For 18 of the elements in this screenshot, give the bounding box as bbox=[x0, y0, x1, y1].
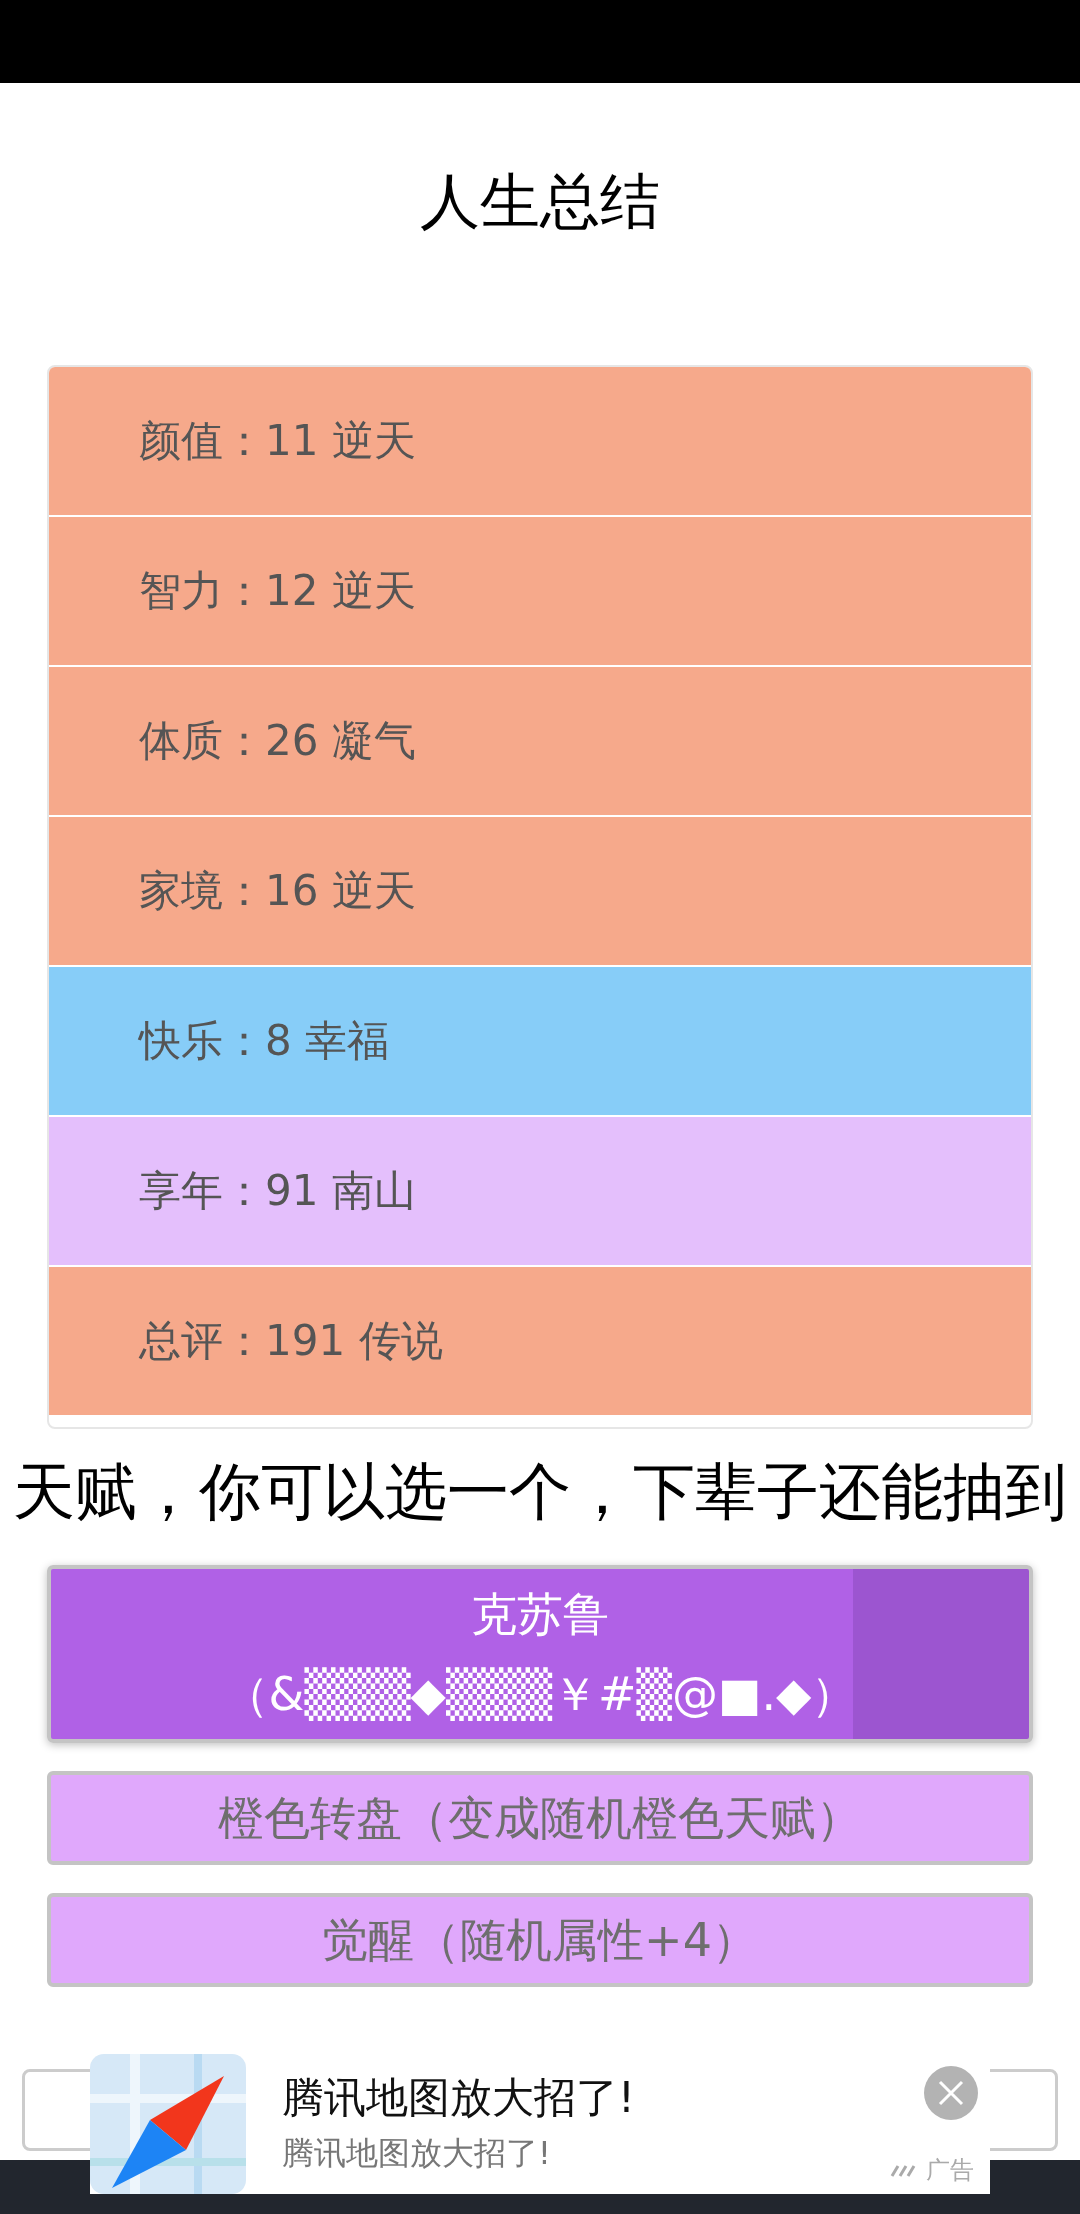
talent-button[interactable]: 觉醒（随机属性+4） bbox=[47, 1893, 1033, 1987]
ad-subtitle: 腾讯地图放大招了! bbox=[282, 2133, 552, 2174]
compass-icon bbox=[90, 2054, 246, 2194]
stat-text: 家境：16 逆天 bbox=[139, 865, 416, 917]
stat-text: 总评：191 传说 bbox=[139, 1315, 443, 1367]
stat-text: 享年：91 南山 bbox=[139, 1165, 416, 1217]
close-icon[interactable] bbox=[924, 2066, 978, 2120]
ad-label: 广告 bbox=[926, 2155, 974, 2186]
talent-button[interactable]: 克苏鲁 （&▒▒▒◆▒▒▒￥#▒@■.◆） bbox=[47, 1565, 1033, 1743]
stat-text: 颜值：11 逆天 bbox=[139, 415, 416, 467]
ad-toast[interactable]: 腾讯地图放大招了! 腾讯地图放大招了! 广告 bbox=[90, 2054, 990, 2194]
talent-heading: 天赋，你可以选一个，下辈子还能抽到 bbox=[12, 1454, 1068, 1530]
page-title: 人生总结 bbox=[419, 165, 661, 238]
stat-text: 体质：26 凝气 bbox=[139, 715, 416, 767]
stat-text: 快乐：8 幸福 bbox=[139, 1015, 390, 1067]
stat-text: 智力：12 逆天 bbox=[139, 565, 416, 617]
ad-title: 腾讯地图放大招了! bbox=[282, 2072, 635, 2124]
talent-button[interactable]: 橙色转盘（变成随机橙色天赋） bbox=[47, 1771, 1033, 1865]
